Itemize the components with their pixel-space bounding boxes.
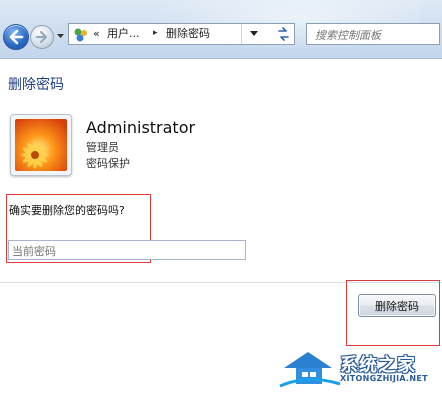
back-arrow-icon bbox=[9, 29, 24, 45]
confirm-question: 确实要删除您的密码吗? bbox=[9, 204, 125, 217]
explorer-toolbar: « 用户... ▸ 删除密码 bbox=[0, 0, 442, 59]
breadcrumb-parent[interactable]: 用户... bbox=[107, 27, 140, 41]
back-button[interactable] bbox=[3, 24, 29, 50]
recent-pages-dropdown-icon[interactable] bbox=[56, 32, 65, 40]
page-title: 删除密码 bbox=[8, 77, 64, 93]
password-status: 密码保护 bbox=[86, 157, 130, 170]
watermark-url: XITONGZHIJIA.NET bbox=[340, 374, 428, 383]
control-panel-icon bbox=[74, 28, 87, 42]
user-role: 管理员 bbox=[86, 141, 119, 154]
breadcrumb-separator[interactable]: ▸ bbox=[153, 28, 158, 38]
forward-button[interactable] bbox=[30, 25, 54, 49]
current-password-field[interactable] bbox=[8, 240, 246, 260]
breadcrumb-current[interactable]: 删除密码 bbox=[166, 27, 210, 41]
address-bar[interactable]: « 用户... ▸ 删除密码 bbox=[68, 23, 295, 45]
refresh-icon bbox=[278, 27, 289, 41]
search-input[interactable] bbox=[306, 23, 440, 45]
delete-password-button[interactable]: 删除密码 bbox=[358, 294, 436, 317]
site-logo-icon bbox=[279, 352, 341, 388]
forward-arrow-icon bbox=[35, 30, 48, 44]
breadcrumb-overflow[interactable]: « bbox=[93, 27, 100, 41]
user-avatar bbox=[10, 114, 72, 176]
flower-avatar-icon bbox=[15, 119, 67, 171]
refresh-button[interactable] bbox=[272, 23, 295, 45]
address-dropdown[interactable] bbox=[241, 24, 268, 44]
user-name: Administrator bbox=[86, 118, 196, 137]
